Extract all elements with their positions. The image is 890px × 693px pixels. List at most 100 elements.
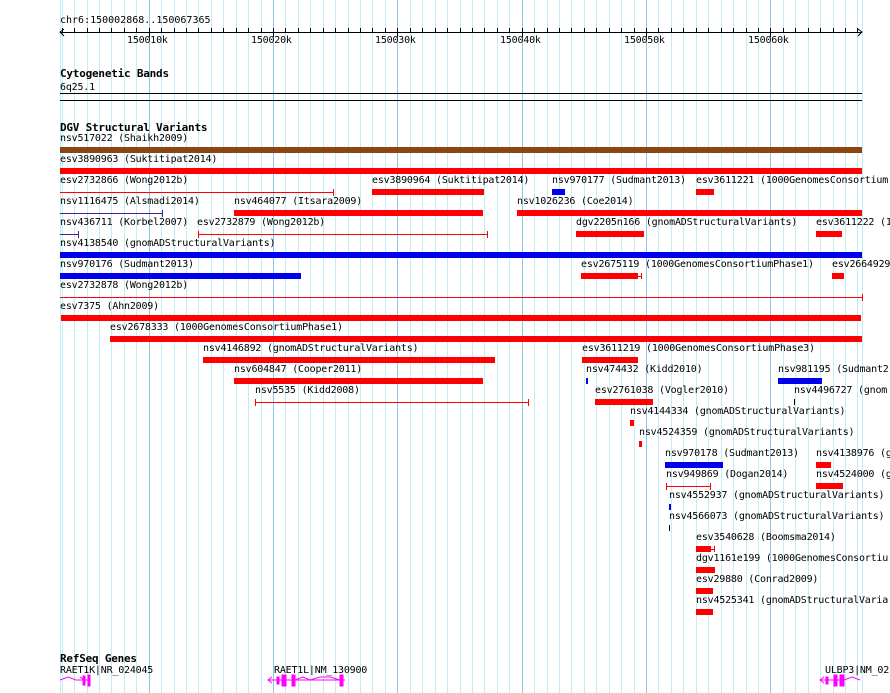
track-divider [60,100,862,101]
variant-label[interactable]: nsv436711 (Korbel2007) [60,217,188,228]
variant-bar[interactable] [696,189,714,195]
variant-label[interactable]: esv29880 (Conrad2009) [696,574,818,585]
variant-label[interactable]: esv3611221 (1000GenomesConsortium [696,175,888,186]
variant-label[interactable]: dgv1161e199 (1000GenomesConsortiu [696,553,888,564]
variant-bar[interactable] [696,609,713,615]
variant-bar[interactable] [696,588,713,594]
variant-label[interactable]: esv2732878 (Wong2012b) [60,280,188,291]
variant-line[interactable] [255,402,528,403]
variant-bar[interactable] [203,357,495,363]
variant-label[interactable]: nsv970177 (Sudmant2013) [552,175,686,186]
variant-label[interactable]: esv3611222 (1 [816,217,890,228]
variant-label[interactable]: nsv1026236 (Coe2014) [517,196,634,207]
ruler-tick [845,28,846,33]
variant-label[interactable]: nsv4146892 (gnomADStructuralVariants) [203,343,419,354]
variant-bar[interactable] [816,483,843,489]
ruler-tick [746,28,747,33]
variant-bar[interactable] [517,210,862,216]
ruler-tick [62,28,63,33]
variant-label[interactable]: nsv4524000 (g [816,469,890,480]
variant-bar[interactable] [778,378,822,384]
variant-line[interactable] [198,234,487,235]
variant-bar[interactable] [234,210,483,216]
grid-line [60,0,61,693]
variant-bar[interactable] [576,231,644,237]
variant-line[interactable] [60,234,78,235]
variant-label[interactable]: esv2732879 (Wong2012b) [197,217,325,228]
variant-bar[interactable] [669,504,671,510]
ruler-tick [223,28,224,33]
variant-label[interactable]: nsv4138540 (gnomADStructuralVariants) [60,238,276,249]
ruler-tick [74,28,75,33]
variant-label[interactable]: esv3540628 (Boomsma2014) [696,532,836,543]
variant-label[interactable]: nsv1116475 (Alsmadi2014) [60,196,200,207]
variant-bar[interactable] [669,525,670,531]
variant-label[interactable]: nsv4566073 (gnomADStructuralVariants) [669,511,885,522]
variant-label[interactable]: nsv4525341 (gnomADStructuralVaria [696,595,888,606]
grid-line [174,0,175,693]
variant-bar[interactable] [586,378,588,384]
variant-label[interactable]: esv2664929 [832,259,890,270]
variant-label[interactable]: esv3611219 (1000GenomesConsortiumPhase3) [582,343,815,354]
variant-label[interactable]: nsv4552937 (gnomADStructuralVariants) [669,490,885,501]
variant-label[interactable]: nsv464077 (Itsara2009) [234,196,362,207]
variant-line[interactable] [60,297,862,298]
variant-bar[interactable] [696,546,711,552]
variant-line[interactable] [60,213,162,214]
variant-bar[interactable] [60,168,862,174]
variant-bar[interactable] [816,462,831,468]
variant-bar[interactable] [582,357,638,363]
variant-label[interactable]: esv2675119 (1000GenomesConsortiumPhase1) [581,259,814,270]
variant-label[interactable]: esv2732866 (Wong2012b) [60,175,188,186]
variant-label[interactable]: nsv4524359 (gnomADStructuralVariants) [639,427,855,438]
variant-bar[interactable] [696,567,715,573]
variant-bar[interactable] [581,273,638,279]
variant-label[interactable]: nsv5535 (Kidd2008) [255,385,360,396]
variant-label[interactable]: nsv970178 (Sudmant2013) [665,448,799,459]
ruler-tick [372,28,373,33]
variant-label[interactable]: esv3890963 (Suktitipat2014) [60,154,217,165]
variant-label[interactable]: esv3890964 (Suktitipat2014) [372,175,529,186]
variant-bar[interactable] [234,378,483,384]
variant-line[interactable] [666,486,710,487]
gene-models[interactable] [0,672,890,690]
variant-label[interactable]: esv2761038 (Vogler2010) [595,385,729,396]
variant-label[interactable]: nsv517022 (Shaikh2009) [60,133,188,144]
variant-bar[interactable] [60,147,862,153]
ruler-tick [833,28,834,33]
variant-bar[interactable] [630,420,634,426]
variant-label[interactable]: nsv981195 (Sudmant2 [778,364,889,375]
variant-bar[interactable] [832,273,844,279]
grid-line [472,0,473,693]
variant-bar[interactable] [816,231,842,237]
variant-bar[interactable] [595,399,653,405]
ruler-tick [460,28,461,33]
grid-line [161,0,162,693]
variant-label[interactable]: nsv604847 (Cooper2011) [234,364,362,375]
variant-label[interactable]: nsv949869 (Dogan2014) [666,469,788,480]
variant-bar[interactable] [794,399,795,405]
ruler-tick [472,28,473,33]
variant-label[interactable]: esv7375 (Ahn2009) [60,301,159,312]
variant-bar[interactable] [552,189,565,195]
ruler-tick [808,28,809,33]
variant-label[interactable]: esv2678333 (1000GenomesConsortiumPhase1) [110,322,343,333]
variant-label[interactable]: nsv4144334 (gnomADStructuralVariants) [630,406,846,417]
variant-bar[interactable] [60,252,862,258]
variant-label[interactable]: dgv2205n166 (gnomADStructuralVariants) [576,217,797,228]
ruler-tick [323,28,324,33]
variant-bar[interactable] [110,336,862,342]
variant-bar[interactable] [639,441,642,447]
variant-label[interactable]: nsv4496727 (gnom [794,385,887,396]
variant-label[interactable]: nsv4138976 (g [816,448,890,459]
variant-label[interactable]: nsv970176 (Sudmant2013) [60,259,194,270]
variant-bar[interactable] [372,189,484,195]
variant-bar[interactable] [665,462,723,468]
ruler-tick [99,28,100,33]
variant-bar[interactable] [61,315,861,321]
grid-line [447,0,448,693]
variant-bar[interactable] [60,273,301,279]
ruler-tick [696,28,697,33]
variant-label[interactable]: nsv474432 (Kidd2010) [586,364,703,375]
variant-line[interactable] [60,192,333,193]
